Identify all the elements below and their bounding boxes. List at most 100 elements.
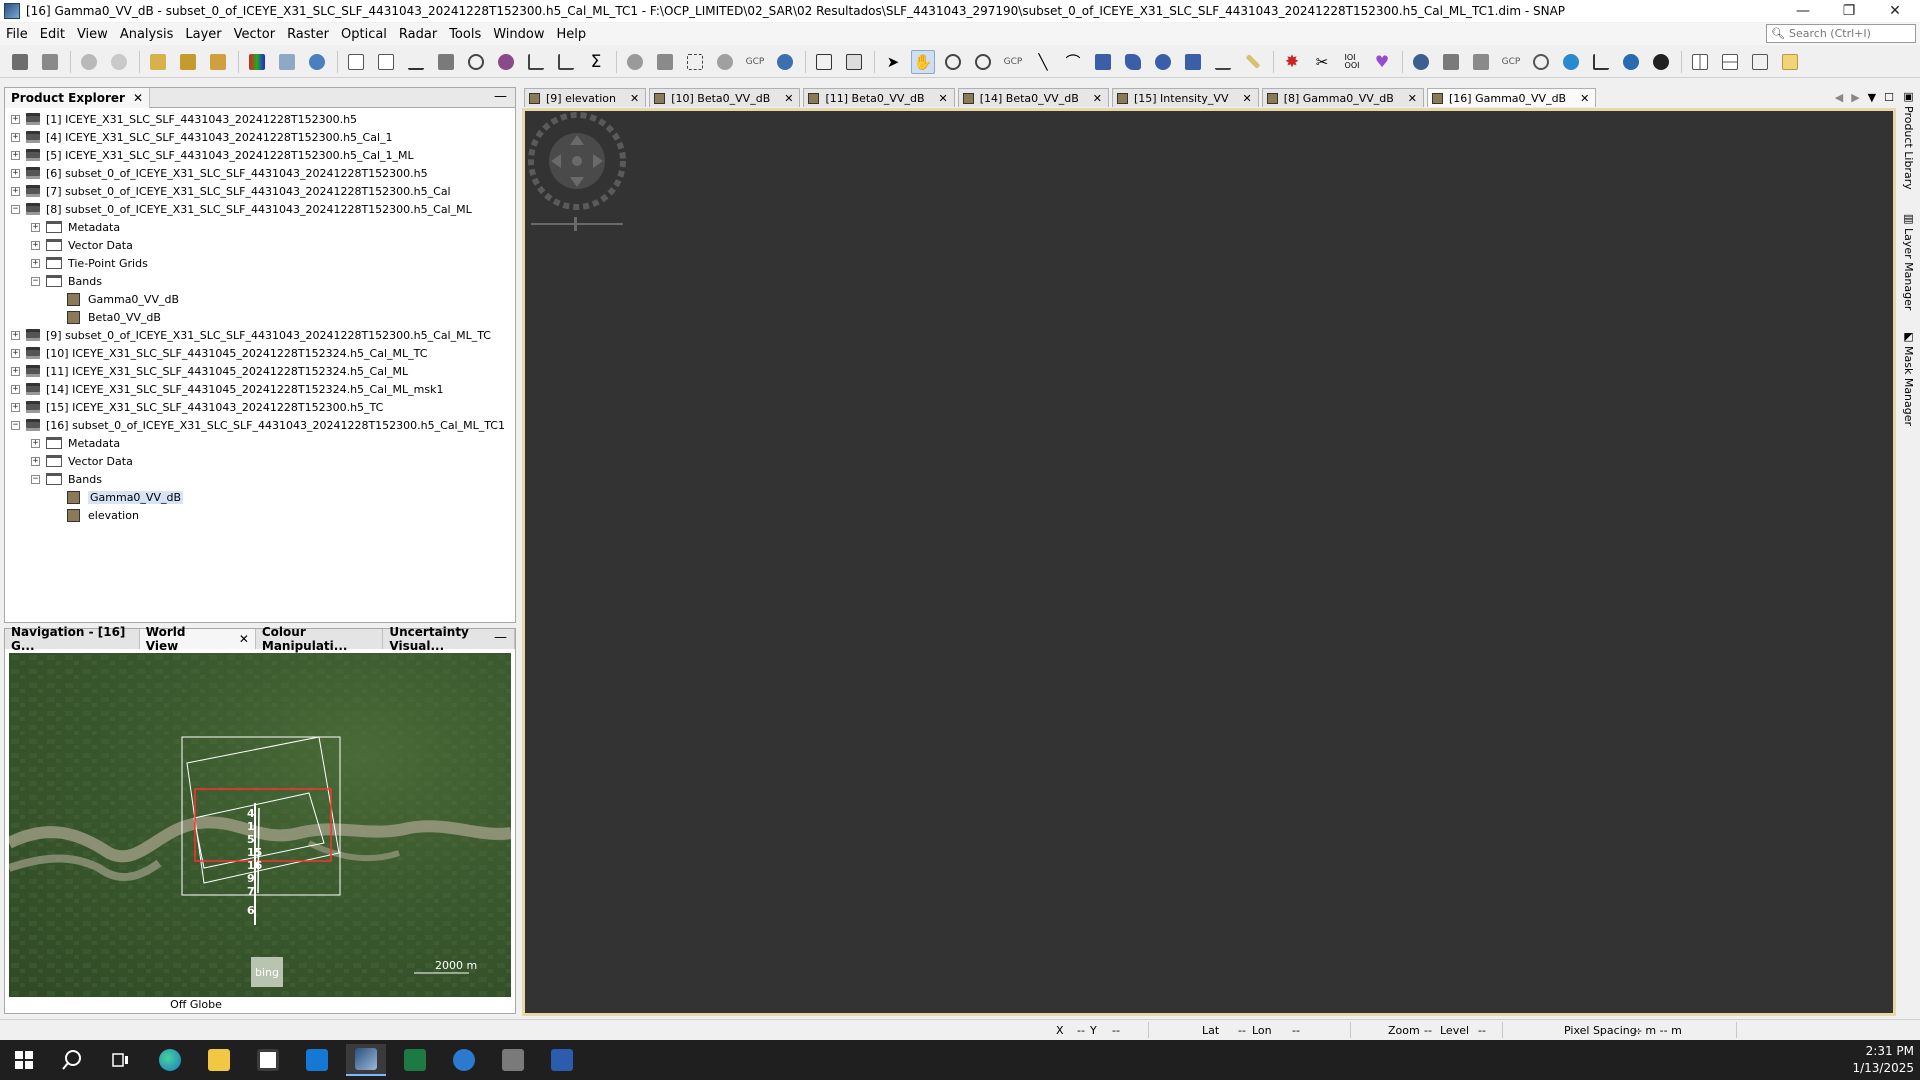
menu-radar[interactable]: Radar <box>393 27 443 42</box>
menu-edit[interactable]: Edit <box>34 27 71 42</box>
collapse-icon[interactable]: − <box>11 420 20 430</box>
close-tab-icon[interactable]: ✕ <box>939 92 948 105</box>
folder-row[interactable]: + Metadata <box>11 218 515 236</box>
menu-analysis[interactable]: Analysis <box>114 27 180 42</box>
interferogram-icon[interactable] <box>1469 50 1493 74</box>
close-tab-icon[interactable]: ✕ <box>784 92 793 105</box>
expand-icon[interactable]: + <box>11 348 20 358</box>
minimize-panel-icon[interactable]: — <box>494 630 507 645</box>
expand-icon[interactable]: + <box>31 258 40 268</box>
rgb-image-icon[interactable] <box>245 50 269 74</box>
information-icon[interactable] <box>464 50 488 74</box>
product-row[interactable]: + [4] ICEYE_X31_SLC_SLF_4431043_20241228T… <box>11 128 515 146</box>
orbit-icon[interactable] <box>1409 50 1433 74</box>
collapse-icon[interactable]: − <box>31 276 40 286</box>
polyline-tool-icon[interactable]: ⌒ <box>1061 50 1085 74</box>
menu-layer[interactable]: Layer <box>179 27 227 42</box>
import-icon[interactable] <box>146 50 170 74</box>
close-tab-icon[interactable]: ✕ <box>1242 92 1251 105</box>
folder-row[interactable]: + Metadata <box>11 434 515 452</box>
band-row[interactable]: Beta0_VV_dB <box>11 308 515 326</box>
tab-list-icon[interactable]: ▼ <box>1868 91 1876 107</box>
layer-manager-tab[interactable]: Layer Manager <box>1902 228 1915 310</box>
eye-icon[interactable] <box>773 50 797 74</box>
product-row[interactable]: + [14] ICEYE_X31_SLC_SLF_4431045_20241228… <box>11 380 515 398</box>
mask-manager-tab[interactable]: Mask Manager <box>1902 346 1915 426</box>
zoom-tool-icon[interactable] <box>941 50 965 74</box>
expand-icon[interactable]: + <box>31 240 40 250</box>
statistics-icon[interactable] <box>494 50 518 74</box>
spectral-chart-icon[interactable] <box>1589 50 1613 74</box>
histogram-icon[interactable] <box>434 50 458 74</box>
minimize-panel-icon[interactable]: — <box>494 89 507 104</box>
line-tool-icon[interactable]: ╲ <box>1031 50 1055 74</box>
expand-icon[interactable]: + <box>11 168 20 178</box>
scatter-plot-icon[interactable] <box>524 50 548 74</box>
visibility-icon[interactable] <box>1559 50 1583 74</box>
tab-image-view[interactable]: [9] elevation ✕ <box>524 88 647 107</box>
band-maths-icon[interactable] <box>176 50 200 74</box>
tab-image-view[interactable]: [15] Intensity_VV ✕ <box>1111 88 1259 107</box>
product-library-icon[interactable]: ▣ <box>1902 90 1915 103</box>
band-icon[interactable] <box>206 50 230 74</box>
close-tab-icon[interactable]: ✕ <box>630 92 639 105</box>
redo-icon[interactable] <box>107 50 131 74</box>
product-row[interactable]: + [6] subset_0_of_ICEYE_X31_SLC_SLF_44310… <box>11 164 515 182</box>
product-row[interactable]: − [16] subset_0_of_ICEYE_X31_SLC_SLF_4431… <box>11 416 515 434</box>
edit-icon[interactable] <box>374 50 398 74</box>
zoom-slider-handle[interactable] <box>574 217 577 231</box>
tab-image-view[interactable]: [11] Beta0_VV_dB ✕ <box>803 88 955 107</box>
gcp-manager-icon[interactable] <box>653 50 677 74</box>
tab-navigation[interactable]: Navigation - [16] G... <box>5 625 140 653</box>
tile-evenly-icon[interactable] <box>1748 50 1772 74</box>
tab-scroll-left-icon[interactable]: ◀ <box>1835 91 1843 107</box>
folder-row[interactable]: + Vector Data <box>11 236 515 254</box>
world-map-view[interactable]: 4 1 5 15 16 9 7 6 2000 m bing <box>9 653 511 997</box>
expand-icon[interactable]: + <box>11 132 20 142</box>
word-taskbar-button[interactable] <box>542 1044 582 1076</box>
layer-manager-icon[interactable]: ▤ <box>1902 212 1915 225</box>
tab-image-view[interactable]: [14] Beta0_VV_dB ✕ <box>957 88 1109 107</box>
close-tab-icon[interactable]: ✕ <box>1093 92 1102 105</box>
magic-wand-icon[interactable] <box>1181 50 1205 74</box>
menu-view[interactable]: View <box>71 27 114 42</box>
gcp-tool-icon[interactable]: GCP <box>1001 50 1025 74</box>
worldwind-icon[interactable] <box>713 50 737 74</box>
close-window-button[interactable]: ✕ <box>1872 0 1918 22</box>
pan-center-icon[interactable] <box>572 156 582 166</box>
profile-plot-icon[interactable] <box>344 50 368 74</box>
select-tool-icon[interactable]: ➤ <box>881 50 905 74</box>
line-plot-icon[interactable] <box>554 50 578 74</box>
expand-icon[interactable]: + <box>11 366 20 376</box>
globe-search-icon[interactable] <box>305 50 329 74</box>
undo-icon[interactable] <box>77 50 101 74</box>
pin-radar-icon[interactable] <box>1529 50 1553 74</box>
edge-taskbar-button[interactable] <box>150 1044 190 1076</box>
file-explorer-taskbar-button[interactable] <box>199 1044 239 1076</box>
product-row[interactable]: + [15] ICEYE_X31_SLC_SLF_4431043_20241228… <box>11 398 515 416</box>
band-row[interactable]: Gamma0_VV_dB <box>11 488 515 506</box>
expand-icon[interactable]: + <box>11 402 20 412</box>
pin-manager-icon[interactable] <box>623 50 647 74</box>
tab-image-view-active[interactable]: [16] Gamma0_VV_dB ✕ <box>1427 88 1597 107</box>
menu-tools[interactable]: Tools <box>443 27 487 42</box>
close-tab-icon[interactable]: ✕ <box>1408 92 1417 105</box>
image-view-canvas[interactable] <box>522 108 1896 1016</box>
3d-globe-icon[interactable] <box>1649 50 1673 74</box>
menu-raster[interactable]: Raster <box>281 27 335 42</box>
folder-row[interactable]: − Bands <box>11 470 515 488</box>
start-button[interactable] <box>4 1044 44 1076</box>
search-input[interactable]: 🔍︎ Search (Ctrl+I) <box>1766 24 1916 43</box>
pan-tool-icon[interactable]: ✋ <box>911 49 935 74</box>
layer-icon[interactable] <box>275 50 299 74</box>
rectangle-tool-icon[interactable] <box>1091 50 1115 74</box>
navigation-control[interactable] <box>527 111 627 231</box>
minimize-button[interactable]: — <box>1780 0 1826 22</box>
menu-window[interactable]: Window <box>487 27 550 42</box>
binary-icon[interactable]: IOI OOI <box>1340 50 1364 74</box>
search-taskbar-button[interactable] <box>52 1044 92 1076</box>
product-library-tab[interactable]: Product Library <box>1902 106 1915 190</box>
open-folder-icon[interactable] <box>1778 50 1802 74</box>
expand-icon[interactable]: + <box>11 330 20 340</box>
task-view-button[interactable] <box>100 1044 140 1076</box>
